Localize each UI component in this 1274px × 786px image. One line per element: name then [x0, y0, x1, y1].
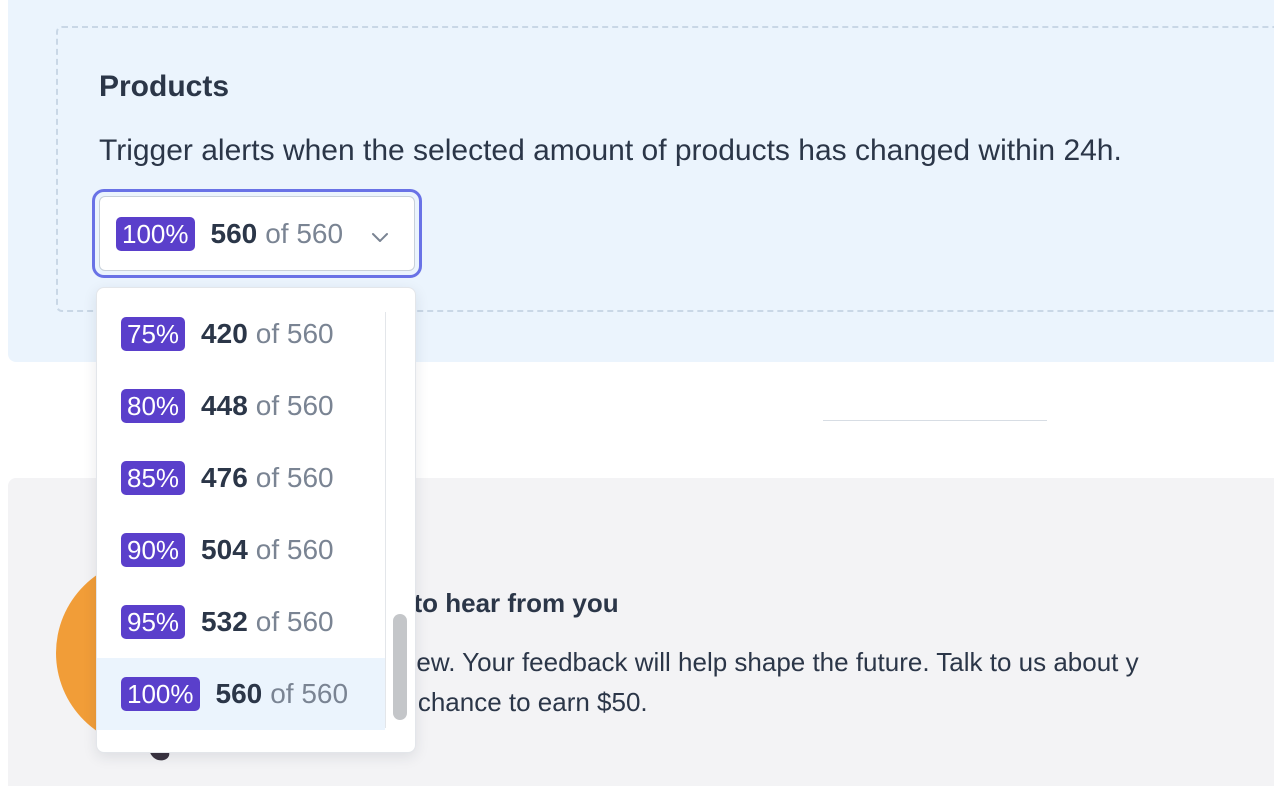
percent-badge: 95%	[121, 605, 186, 639]
feedback-text: s brand new. Your feedback will help sha…	[308, 642, 1274, 722]
option-count: 448	[201, 390, 248, 421]
section-title: Products	[99, 70, 230, 103]
page: Products Trigger alerts when the selecte…	[0, 0, 1274, 786]
option-total: of 560	[255, 318, 334, 349]
percent-badge: 85%	[121, 461, 186, 495]
feedback-text-line1: s brand new. Your feedback will help sha…	[308, 647, 1139, 677]
option-count: 476	[201, 462, 248, 493]
percent-badge: 100%	[116, 216, 195, 251]
chevron-down-icon[interactable]	[370, 227, 390, 247]
dropdown-option[interactable]: 85% 476 of 560	[97, 442, 385, 514]
option-total: of 560	[270, 678, 349, 709]
threshold-dropdown-menu[interactable]: 75% 420 of 560 80% 448 of 560 85% 476 of…	[96, 287, 416, 753]
percent-badge: 75%	[121, 317, 186, 351]
selected-count: 560	[210, 217, 258, 249]
percent-badge: 90%	[121, 533, 186, 567]
total-count: of 560	[265, 217, 344, 249]
option-count: 532	[201, 606, 248, 637]
option-total: of 560	[255, 534, 334, 565]
option-count: 420	[201, 318, 248, 349]
percent-badge: 100%	[121, 677, 200, 711]
dropdown-option[interactable]: 80% 448 of 560	[97, 370, 385, 442]
select-value[interactable]: 100% 560 of 560	[99, 196, 415, 271]
section-description: Trigger alerts when the selected amount …	[99, 134, 1122, 167]
percent-badge: 80%	[121, 389, 186, 423]
dropdown-option-selected[interactable]: 100% 560 of 560	[97, 658, 385, 730]
option-total: of 560	[255, 606, 334, 637]
option-count: 560	[215, 678, 263, 709]
option-total: of 560	[255, 390, 334, 421]
option-total: of 560	[255, 462, 334, 493]
scrollbar-track	[385, 312, 386, 728]
dropdown-option[interactable]: 90% 504 of 560	[97, 514, 385, 586]
option-count: 504	[201, 534, 248, 565]
products-threshold-select[interactable]: 100% 560 of 560	[92, 189, 422, 278]
dropdown-option[interactable]: 95% 532 of 560	[97, 586, 385, 658]
dropdown-option[interactable]: 75% 420 of 560	[97, 298, 385, 370]
divider	[823, 420, 1047, 421]
scrollbar-thumb[interactable]	[393, 614, 407, 720]
